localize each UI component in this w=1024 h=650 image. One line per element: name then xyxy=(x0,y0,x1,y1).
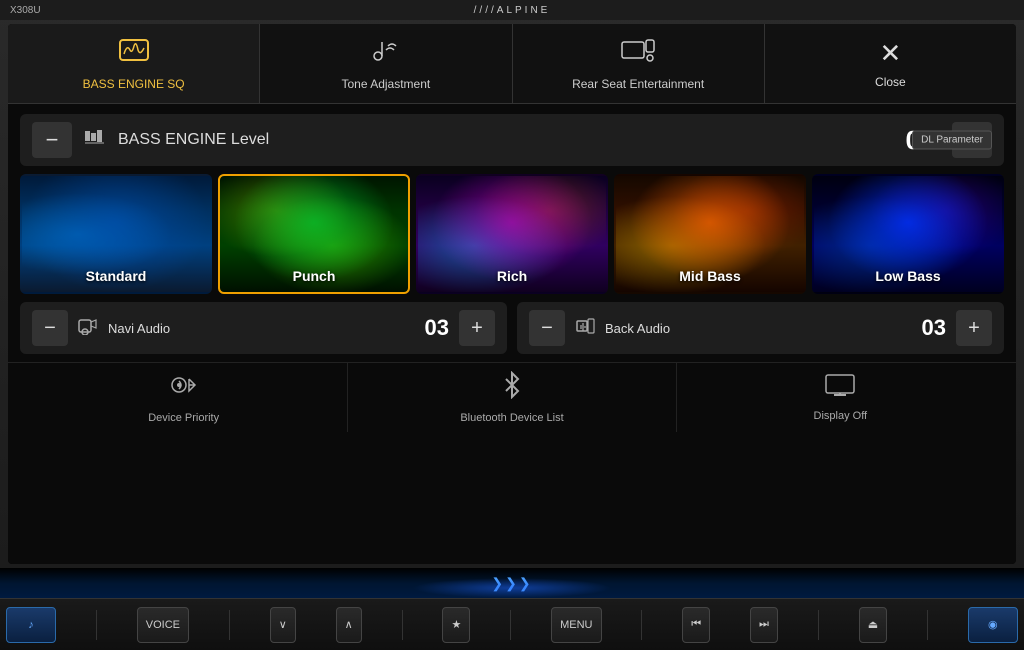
divider-7 xyxy=(927,610,928,640)
navi-audio-minus-btn[interactable]: − xyxy=(32,310,68,346)
next-hw-btn[interactable]: ⏭ xyxy=(750,607,778,643)
navi-audio-label: Navi Audio xyxy=(108,321,415,336)
close-icon: ✕ xyxy=(879,38,901,69)
preset-rich[interactable]: Rich xyxy=(416,174,608,294)
star-hw-btn[interactable]: ★ xyxy=(442,607,470,643)
up-hw-btn[interactable]: ∧ xyxy=(336,607,362,643)
back-audio-icon xyxy=(575,317,595,340)
device-priority-label: Device Priority xyxy=(148,412,219,424)
tab-bass-engine-label: BASS ENGINE SQ xyxy=(83,77,185,91)
back-audio-plus-btn[interactable]: + xyxy=(956,310,992,346)
down-hw-btn[interactable]: ∨ xyxy=(270,607,296,643)
tab-close[interactable]: ✕ Close xyxy=(765,24,1016,103)
dl-param-btn[interactable]: DL Parameter xyxy=(912,131,992,150)
navi-audio-icon xyxy=(78,317,98,340)
divider-5 xyxy=(641,610,642,640)
bass-engine-icon xyxy=(118,36,150,71)
func-display-off[interactable]: Display Off xyxy=(677,363,1004,432)
main-content: − BASS ENGINE Level 03 + DL Parameter xyxy=(8,104,1016,564)
preset-midbass[interactable]: Mid Bass xyxy=(614,174,806,294)
bass-engine-level-row: − BASS ENGINE Level 03 + DL Parameter xyxy=(20,114,1004,166)
func-row: Device Priority Bluetooth Device List xyxy=(8,362,1016,432)
top-bar: X308U ////ALPINE xyxy=(0,0,1024,20)
rear-seat-icon xyxy=(620,36,656,71)
navi-audio-value: 03 xyxy=(425,315,449,341)
tab-tone-label: Tone Adjastment xyxy=(342,77,431,91)
prev-hw-btn[interactable]: ⏮ xyxy=(682,607,710,643)
preset-midbass-label: Mid Bass xyxy=(679,268,740,284)
preset-standard[interactable]: Standard xyxy=(20,174,212,294)
screen: BASS ENGINE SQ Tone Adjastment xyxy=(8,24,1016,564)
divider-1 xyxy=(96,610,97,640)
nav-tabs: BASS ENGINE SQ Tone Adjastment xyxy=(8,24,1016,104)
model-label: X308U xyxy=(10,5,41,16)
nav-icon: ◉ xyxy=(988,618,998,631)
music-hw-btn[interactable]: ♪ xyxy=(6,607,56,643)
menu-hw-btn[interactable]: MENU xyxy=(551,607,601,643)
preset-punch-label: Punch xyxy=(293,268,336,284)
back-audio-ctrl: − Back Audio 03 + xyxy=(517,302,1004,354)
back-audio-minus-btn[interactable]: − xyxy=(529,310,565,346)
device-frame: X308U ////ALPINE BASS ENGINE SQ xyxy=(0,0,1024,650)
func-device-priority[interactable]: Device Priority xyxy=(20,363,348,432)
tab-close-label: Close xyxy=(875,75,906,89)
preset-rich-label: Rich xyxy=(497,268,527,284)
tone-icon xyxy=(370,36,402,71)
back-audio-label: Back Audio xyxy=(605,321,912,336)
preset-punch[interactable]: Punch xyxy=(218,174,410,294)
tab-tone[interactable]: Tone Adjastment xyxy=(260,24,512,103)
navi-audio-ctrl: − Navi Audio 03 + xyxy=(20,302,507,354)
nav-hw-btn[interactable]: ◉ xyxy=(968,607,1018,643)
divider-2 xyxy=(229,610,230,640)
presets-row: Standard Punch Rich Mid Bass Low Bass xyxy=(20,174,1004,294)
back-audio-value: 03 xyxy=(922,315,946,341)
preset-lowbass-label: Low Bass xyxy=(875,268,940,284)
audio-controls-row: − Navi Audio 03 + − xyxy=(20,302,1004,354)
music-icon: ♪ xyxy=(28,619,34,631)
tab-bass-engine[interactable]: BASS ENGINE SQ xyxy=(8,24,260,103)
device-priority-icon xyxy=(169,371,199,406)
brand-label: ////ALPINE xyxy=(474,5,551,16)
divider-6 xyxy=(818,610,819,640)
display-off-label: Display Off xyxy=(814,410,868,422)
bass-engine-level-label: BASS ENGINE Level xyxy=(118,131,888,149)
navi-audio-plus-btn[interactable]: + xyxy=(459,310,495,346)
bluetooth-list-icon xyxy=(500,371,524,406)
eject-hw-btn[interactable]: ⏏ xyxy=(859,607,887,643)
divider-3 xyxy=(402,610,403,640)
divider-4 xyxy=(510,610,511,640)
bass-engine-minus-btn[interactable]: − xyxy=(32,122,72,158)
tab-rear-seat-label: Rear Seat Entertainment xyxy=(572,77,704,91)
glow-effect xyxy=(412,578,612,598)
voice-hw-btn[interactable]: VOICE xyxy=(137,607,189,643)
func-bluetooth-list[interactable]: Bluetooth Device List xyxy=(348,363,676,432)
preset-standard-label: Standard xyxy=(86,268,147,284)
bass-engine-icon-small xyxy=(84,129,106,152)
bluetooth-list-label: Bluetooth Device List xyxy=(460,412,563,424)
tab-rear-seat[interactable]: Rear Seat Entertainment xyxy=(513,24,765,103)
hw-bar: ♪ VOICE ∨ ∧ ★ MENU ⏮ ⏭ ⏏ ◉ xyxy=(0,598,1024,650)
preset-lowbass[interactable]: Low Bass xyxy=(812,174,1004,294)
glow-strip: ❯❯❯ xyxy=(0,568,1024,598)
display-off-icon xyxy=(824,373,856,404)
